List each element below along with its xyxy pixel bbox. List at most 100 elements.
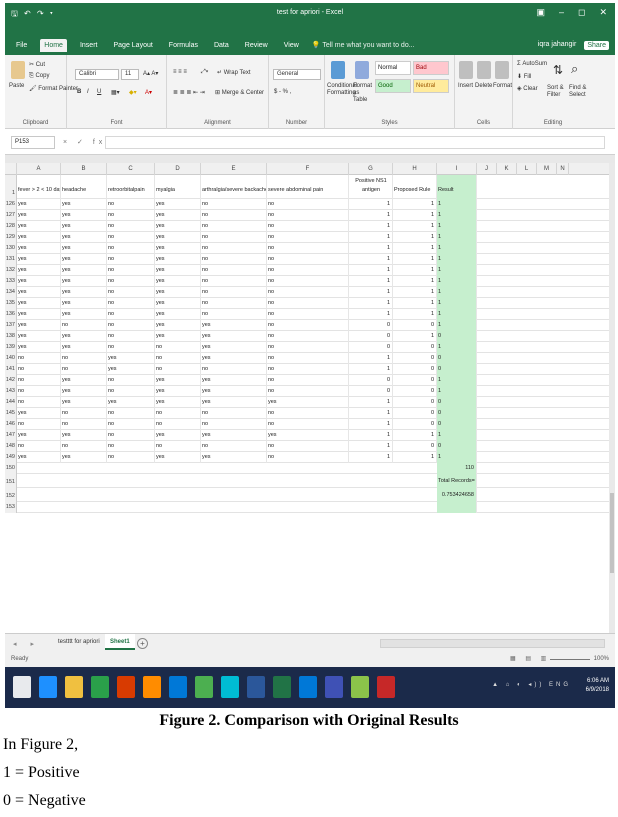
word-icon[interactable]	[247, 676, 265, 698]
sheet-tab-testttt[interactable]: testttt for apriori	[53, 634, 105, 650]
numeric-cell[interactable]: 0	[393, 364, 437, 375]
numeric-cell[interactable]: 0	[437, 419, 477, 430]
column-header[interactable]	[5, 163, 17, 175]
table-cell[interactable]: no	[107, 298, 155, 309]
row-header[interactable]: 139	[5, 342, 17, 353]
numeric-cell[interactable]: 1	[349, 265, 393, 276]
column-title[interactable]: Result	[437, 175, 477, 199]
numeric-cell[interactable]: 0	[393, 342, 437, 353]
table-cell[interactable]: no	[267, 276, 349, 287]
table-cell[interactable]: no	[17, 386, 61, 397]
table-cell[interactable]: no	[155, 342, 201, 353]
table-cell[interactable]: yes	[17, 243, 61, 254]
tab-page-layout[interactable]: Page Layout	[110, 40, 155, 51]
numeric-cell[interactable]: 0	[393, 386, 437, 397]
copy-button[interactable]: ⎘ Copy	[29, 73, 49, 80]
table-cell[interactable]: yes	[17, 276, 61, 287]
conditional-formatting-icon[interactable]	[331, 61, 345, 79]
number-format-select[interactable]: General	[273, 69, 321, 80]
row-header[interactable]: 148	[5, 441, 17, 452]
table-cell[interactable]: yes	[201, 430, 267, 441]
numeric-cell[interactable]: 1	[437, 342, 477, 353]
table-cell[interactable]: yes	[201, 331, 267, 342]
table-cell[interactable]: no	[201, 210, 267, 221]
row-header[interactable]: 133	[5, 276, 17, 287]
row-header[interactable]: 134	[5, 287, 17, 298]
numeric-cell[interactable]: 1	[349, 397, 393, 408]
underline-button[interactable]: U	[97, 89, 101, 95]
format-as-table-button[interactable]: Format as Table	[353, 83, 373, 104]
column-title[interactable]: headache	[61, 175, 107, 199]
numeric-cell[interactable]: 1	[437, 309, 477, 320]
table-cell[interactable]: yes	[61, 342, 107, 353]
numeric-cell[interactable]: 1	[437, 221, 477, 232]
top-align-icon[interactable]: ≡ ≡ ≡	[173, 69, 187, 75]
numeric-cell[interactable]: 1	[393, 331, 437, 342]
column-title[interactable]: severe abdominal pain	[267, 175, 349, 199]
row-header[interactable]: 130	[5, 243, 17, 254]
numeric-cell[interactable]: 0	[437, 408, 477, 419]
table-cell[interactable]: no	[61, 364, 107, 375]
table-cell[interactable]: yes	[201, 397, 267, 408]
table-cell[interactable]: yes	[17, 210, 61, 221]
table-cell[interactable]: no	[267, 298, 349, 309]
table-cell[interactable]: no	[61, 408, 107, 419]
numeric-cell[interactable]: 1	[349, 210, 393, 221]
result-column-cell[interactable]	[437, 502, 477, 513]
numeric-cell[interactable]: 0	[349, 375, 393, 386]
column-header[interactable]: A	[17, 163, 61, 175]
numeric-cell[interactable]: 1	[349, 419, 393, 430]
table-cell[interactable]: yes	[267, 397, 349, 408]
numeric-cell[interactable]: 1	[349, 199, 393, 210]
table-cell[interactable]: yes	[17, 320, 61, 331]
font-name-select[interactable]: Calibri	[75, 69, 119, 80]
table-cell[interactable]: yes	[61, 199, 107, 210]
orientation-icon[interactable]: ⤢▾	[201, 69, 208, 76]
table-cell[interactable]: yes	[155, 199, 201, 210]
numeric-cell[interactable]: 1	[393, 287, 437, 298]
excel-icon[interactable]	[273, 676, 291, 698]
fill-color-icon[interactable]: ◆▾	[129, 89, 137, 96]
row-header[interactable]: 152	[5, 488, 17, 502]
row-header[interactable]: 153	[5, 502, 17, 513]
numeric-cell[interactable]: 1	[437, 298, 477, 309]
numeric-cell[interactable]: 1	[349, 441, 393, 452]
table-cell[interactable]: yes	[155, 320, 201, 331]
table-cell[interactable]: yes	[61, 243, 107, 254]
zoom-level[interactable]: 100%	[594, 656, 609, 662]
numeric-cell[interactable]: 0	[349, 320, 393, 331]
table-cell[interactable]: yes	[61, 221, 107, 232]
table-cell[interactable]: no	[267, 265, 349, 276]
app-icon-orange[interactable]	[143, 676, 161, 698]
sum-cell[interactable]: 110	[437, 463, 477, 474]
table-cell[interactable]: no	[267, 199, 349, 210]
merge-center-button[interactable]: ⊞ Merge & Center	[215, 89, 264, 96]
table-cell[interactable]: yes	[17, 254, 61, 265]
table-cell[interactable]: yes	[201, 375, 267, 386]
table-cell[interactable]: no	[17, 419, 61, 430]
numeric-cell[interactable]: 0	[393, 353, 437, 364]
numeric-cell[interactable]: 1	[393, 221, 437, 232]
numeric-cell[interactable]: 1	[393, 199, 437, 210]
tab-home[interactable]: Home	[40, 38, 67, 52]
table-cell[interactable]: no	[267, 353, 349, 364]
column-title[interactable]: fever > 2 < 10 days	[17, 175, 61, 199]
column-header[interactable]: I	[437, 163, 477, 175]
tab-formulas[interactable]: Formulas	[166, 40, 201, 51]
table-cell[interactable]: yes	[155, 375, 201, 386]
table-cell[interactable]: yes	[61, 386, 107, 397]
column-header[interactable]: G	[349, 163, 393, 175]
ribbon-options-icon[interactable]: ▣	[536, 7, 545, 18]
row-header[interactable]: 129	[5, 232, 17, 243]
numeric-cell[interactable]: 1	[437, 386, 477, 397]
table-cell[interactable]: no	[107, 419, 155, 430]
table-cell[interactable]: no	[201, 276, 267, 287]
table-cell[interactable]: no	[61, 353, 107, 364]
sheet-tab-sheet1[interactable]: Sheet1	[105, 634, 135, 650]
row-header[interactable]: 147	[5, 430, 17, 441]
numeric-cell[interactable]: 1	[437, 199, 477, 210]
table-cell[interactable]: yes	[155, 386, 201, 397]
column-header[interactable]: H	[393, 163, 437, 175]
clear-button[interactable]: ◈ Clear	[517, 85, 538, 92]
formula-input[interactable]	[105, 136, 605, 149]
